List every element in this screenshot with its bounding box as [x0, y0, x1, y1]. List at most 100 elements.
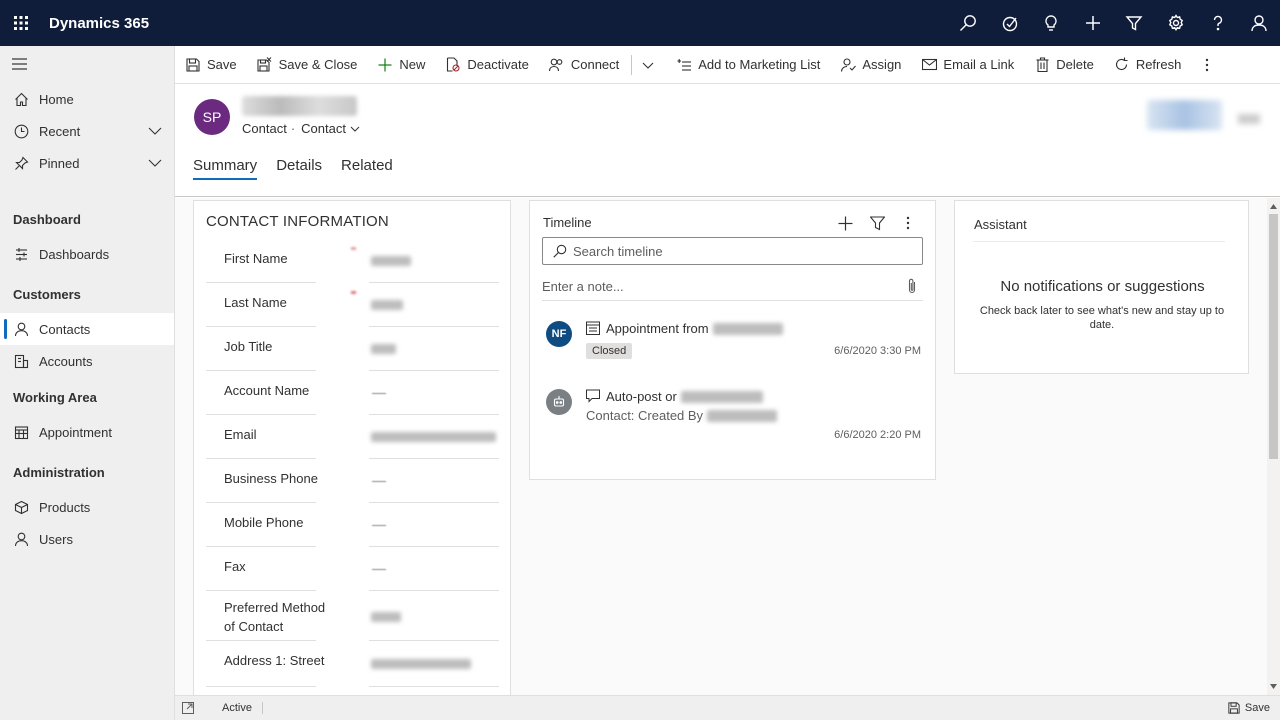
search-icon	[553, 244, 567, 258]
timeline-search-input[interactable]	[573, 243, 893, 259]
field-job-title[interactable]: Job Title	[206, 327, 499, 371]
sidebar-item-accounts[interactable]: Accounts	[0, 345, 174, 377]
field-last-name[interactable]: Last Name	[206, 283, 499, 327]
add-to-marketing-list-button[interactable]: Add to Marketing List	[666, 46, 830, 84]
save-icon	[185, 57, 201, 73]
add-activity-icon[interactable]	[835, 213, 855, 233]
calendar-icon	[586, 321, 600, 335]
email-link-button[interactable]: Email a Link	[911, 46, 1024, 84]
form-selector[interactable]: Contact	[301, 121, 346, 136]
field-empty-dash[interactable]	[372, 569, 386, 570]
more-commands-icon[interactable]	[1191, 46, 1219, 84]
sidebar-item-contacts[interactable]: Contacts	[0, 313, 174, 345]
more-options-icon[interactable]	[898, 213, 918, 233]
entry-date: 6/6/2020 3:30 PM	[834, 345, 921, 357]
search-icon[interactable]	[947, 0, 989, 46]
sidebar-item-home[interactable]: Home	[0, 83, 174, 115]
refresh-button[interactable]: Refresh	[1104, 46, 1192, 84]
lightbulb-icon[interactable]	[1030, 0, 1072, 46]
save-button[interactable]: Save	[175, 46, 247, 84]
app-launcher-icon[interactable]	[0, 0, 42, 46]
chevron-down-icon[interactable]	[148, 124, 162, 138]
field-account-name[interactable]: Account Name	[206, 371, 499, 415]
tab-related[interactable]: Related	[341, 157, 393, 180]
app-title[interactable]: Dynamics 365	[49, 15, 149, 32]
owner-field-redacted[interactable]	[1147, 100, 1222, 130]
field-email[interactable]: Email	[206, 415, 499, 459]
entry-date: 6/6/2020 2:20 PM	[834, 429, 921, 441]
field-value-redacted[interactable]	[371, 300, 403, 310]
field-value-redacted[interactable]	[371, 659, 471, 669]
hamburger-menu-icon[interactable]	[0, 46, 174, 82]
sidebar-item-recent[interactable]: Recent	[0, 115, 174, 147]
sidebar-item-label: Contacts	[39, 321, 91, 337]
field-label: First Name	[224, 251, 288, 266]
section-working-area: Working Area	[13, 389, 97, 405]
entry-title[interactable]: Appointment from	[606, 321, 783, 336]
chevron-down-icon[interactable]	[350, 124, 360, 134]
field-fax[interactable]: Fax	[206, 547, 499, 591]
field-label: Fax	[224, 559, 246, 574]
field-value-redacted[interactable]	[371, 256, 411, 266]
field-value-redacted[interactable]	[371, 612, 401, 622]
status-save-button[interactable]: Save	[1228, 702, 1270, 714]
divider	[973, 241, 1225, 242]
field-empty-dash[interactable]	[372, 525, 386, 526]
redacted-name	[712, 322, 783, 335]
section-dashboard: Dashboard	[13, 211, 81, 227]
scroll-up-icon[interactable]	[1270, 203, 1277, 210]
scroll-down-icon[interactable]	[1270, 683, 1277, 690]
note-input[interactable]	[542, 279, 882, 294]
header-icon-redacted[interactable]	[1238, 114, 1260, 124]
sidebar-item-appointment[interactable]: Appointment	[0, 416, 174, 448]
tab-summary[interactable]: Summary	[193, 157, 258, 180]
sidebar-item-users[interactable]: Users	[0, 523, 174, 555]
filter-icon[interactable]	[867, 213, 887, 233]
deactivate-button[interactable]: Deactivate	[435, 46, 538, 84]
new-button[interactable]: New	[367, 46, 435, 84]
field-first-name[interactable]: First Name	[206, 239, 499, 283]
scroll-thumb[interactable]	[1269, 214, 1278, 459]
timeline-title: Timeline	[543, 215, 592, 230]
sidebar-item-products[interactable]: Products	[0, 491, 174, 523]
sidebar-item-label: Accounts	[39, 353, 93, 369]
assign-button[interactable]: Assign	[830, 46, 911, 84]
field-mobile-phone[interactable]: Mobile Phone	[206, 503, 499, 547]
assistant-title: Assistant	[974, 217, 1027, 232]
expand-icon[interactable]	[182, 702, 194, 714]
field-empty-dash[interactable]	[372, 481, 386, 482]
note-input-area[interactable]	[542, 275, 923, 301]
vertical-scrollbar[interactable]	[1267, 198, 1280, 695]
sidebar-item-pinned[interactable]: Pinned	[0, 147, 174, 179]
plus-icon[interactable]	[1072, 0, 1114, 46]
task-icon[interactable]	[989, 0, 1031, 46]
sidebar-item-label: Home	[39, 91, 74, 107]
help-icon[interactable]	[1197, 0, 1239, 46]
save-icon	[1228, 702, 1240, 714]
user-icon[interactable]	[1238, 0, 1280, 46]
command-separator	[631, 54, 633, 75]
field-business-phone[interactable]: Business Phone	[206, 459, 499, 503]
field-value-redacted[interactable]	[371, 432, 496, 442]
field-address-street[interactable]: Address 1: Street	[206, 641, 499, 687]
section-title: CONTACT INFORMATION	[206, 213, 389, 230]
timeline-search[interactable]	[542, 237, 923, 265]
field-preferred-method[interactable]: Preferred Method of Contact	[206, 591, 499, 641]
sidebar-item-dashboards[interactable]: Dashboards	[0, 238, 174, 270]
more-connect-dropdown[interactable]	[634, 46, 666, 84]
contact-information-section: CONTACT INFORMATION First Name Last Name…	[193, 200, 511, 695]
status-badge: Closed	[586, 343, 633, 359]
field-value-redacted[interactable]	[371, 344, 396, 354]
tab-details[interactable]: Details	[276, 157, 322, 180]
paperclip-icon[interactable]	[907, 278, 917, 294]
chevron-down-icon[interactable]	[148, 156, 162, 170]
delete-button[interactable]: Delete	[1024, 46, 1104, 84]
entry-title[interactable]: Auto-post or	[606, 389, 763, 404]
settings-icon[interactable]	[1155, 0, 1197, 46]
command-bar: Save Save & Close New Deactivate Connect…	[175, 46, 1280, 84]
connect-button[interactable]: Connect	[539, 46, 629, 84]
field-empty-dash[interactable]	[372, 393, 386, 394]
assistant-section: Assistant No notifications or suggestion…	[954, 200, 1249, 374]
save-close-button[interactable]: Save & Close	[247, 46, 368, 84]
filter-icon[interactable]	[1114, 0, 1156, 46]
